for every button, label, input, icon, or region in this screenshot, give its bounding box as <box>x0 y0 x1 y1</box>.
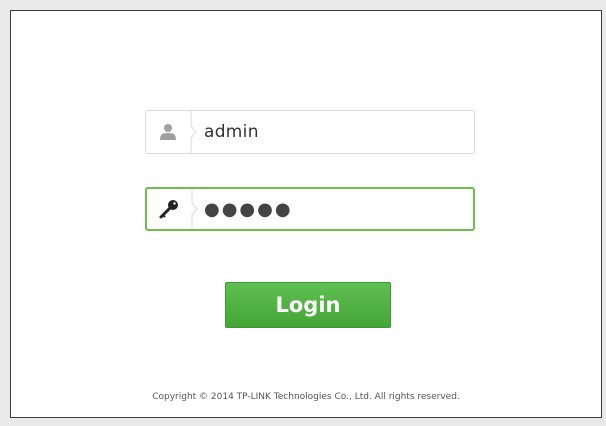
password-field[interactable]: ●●●●● <box>145 187 475 231</box>
field-separator <box>191 189 198 229</box>
login-button[interactable]: Login <box>225 282 391 328</box>
user-icon <box>146 111 190 153</box>
key-icon <box>147 189 191 229</box>
field-separator <box>190 111 197 153</box>
copyright-text: Copyright © 2014 TP-LINK Technologies Co… <box>152 392 460 402</box>
page-background: admin ●●●●● Login Copyright © 2014 TP-LI… <box>0 0 606 426</box>
password-input[interactable]: ●●●●● <box>204 189 293 229</box>
username-field[interactable]: admin <box>145 110 475 154</box>
login-panel: admin ●●●●● Login Copyright © 2014 TP-LI… <box>10 10 602 418</box>
username-input[interactable]: admin <box>204 111 259 153</box>
